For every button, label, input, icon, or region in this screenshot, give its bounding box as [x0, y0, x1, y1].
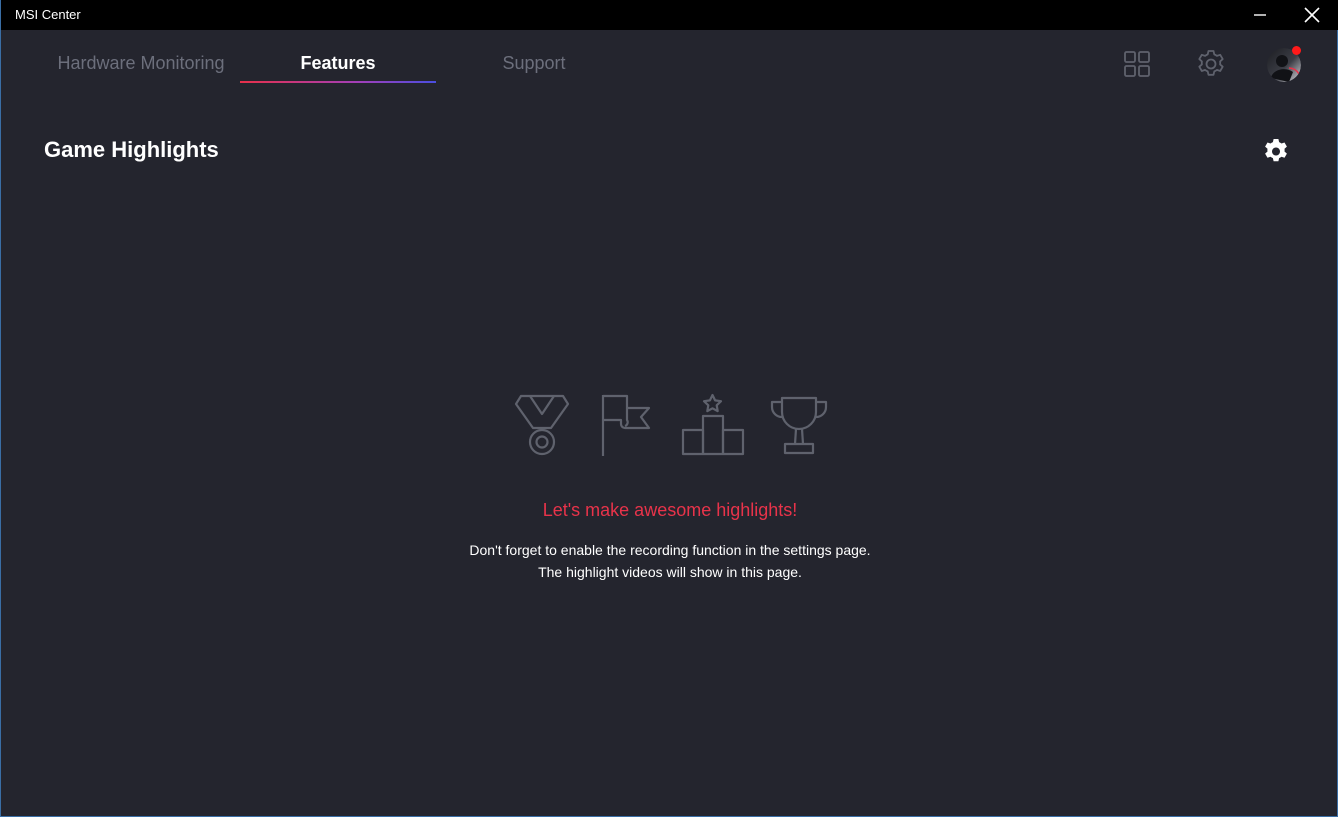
apps-grid-icon: [1124, 51, 1150, 77]
trophy-icon: [770, 396, 828, 455]
page-settings-button[interactable]: [1261, 136, 1291, 166]
tab-features[interactable]: Features: [240, 50, 436, 84]
notification-badge: [1292, 46, 1301, 55]
apps-grid-button[interactable]: [1121, 48, 1153, 80]
empty-state-headline: Let's make awesome highlights!: [542, 500, 798, 520]
window-title: MSI Center: [15, 7, 81, 22]
tab-hardware-monitoring[interactable]: Hardware Monitoring: [41, 50, 241, 84]
empty-state-description-line-2: The highlight videos will show in this p…: [538, 564, 802, 580]
active-tab-indicator: [240, 81, 436, 83]
tab-support[interactable]: Support: [436, 50, 632, 84]
close-button[interactable]: [1289, 0, 1335, 30]
app-window: MSI Center Hardware Monitoring Features …: [0, 0, 1338, 817]
gear-icon: [1265, 139, 1287, 162]
minimize-button[interactable]: [1237, 0, 1283, 30]
medal-icon: [514, 394, 570, 456]
podium-icon: [681, 393, 745, 456]
settings-button[interactable]: [1195, 48, 1227, 80]
empty-state-icons: [511, 392, 831, 458]
minimize-icon: [1254, 14, 1266, 16]
settings-gear-icon: [1198, 50, 1224, 76]
close-icon: [1304, 7, 1320, 23]
empty-state-description-line-1: Don't forget to enable the recording fun…: [469, 542, 871, 558]
flag-icon: [601, 394, 651, 456]
page-title: Game Highlights: [44, 137, 219, 162]
title-bar[interactable]: MSI Center: [1, 0, 1338, 30]
